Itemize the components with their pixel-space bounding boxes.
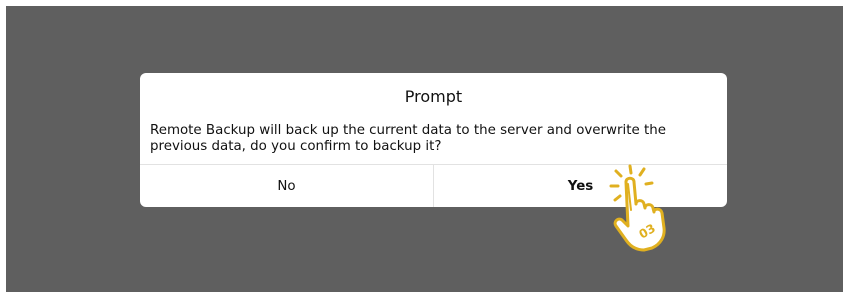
screen-background: Prompt Remote Backup will back up the cu… xyxy=(6,6,843,292)
dialog-message: Remote Backup will back up the current d… xyxy=(150,123,666,154)
no-button[interactable]: No xyxy=(140,165,434,207)
tap-hand-icon: 03 xyxy=(609,164,666,252)
dialog-title: Prompt xyxy=(404,87,463,106)
